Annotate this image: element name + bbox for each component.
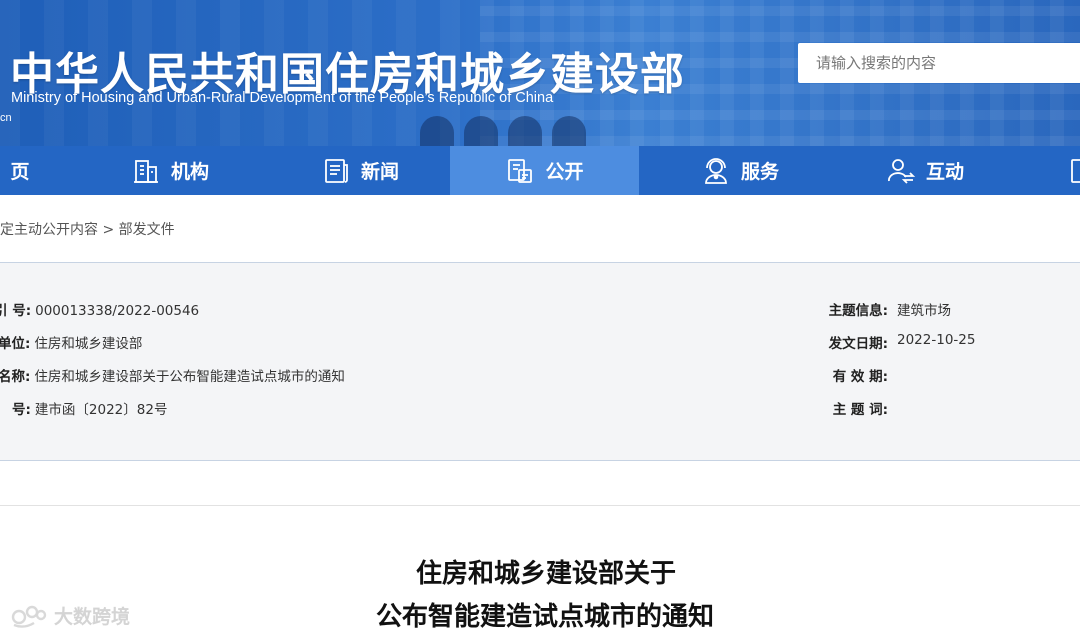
service-person-icon	[705, 157, 727, 184]
info-label-validity: 有 效 期:	[832, 369, 888, 385]
info-value: 建市函〔2022〕82号	[34, 402, 168, 418]
watermark: 大数跨境	[10, 601, 130, 629]
nav-item-home[interactable]: 页	[0, 146, 50, 195]
nav-item-interaction[interactable]: 互动	[865, 146, 985, 195]
info-label: 号:	[12, 402, 31, 418]
header-banner: 中华人民共和国住房和城乡建设部 Ministry of Housing and …	[0, 0, 1080, 146]
document-icon	[508, 158, 533, 183]
info-label: 单位:	[0, 336, 31, 352]
info-row-index: 引 号: 000013338/2022-00546	[0, 299, 199, 319]
building-icon	[133, 159, 158, 183]
info-value: 住房和城乡建设部	[34, 336, 143, 352]
info-label-keywords: 主 题 词:	[832, 402, 888, 418]
nav-item-label: 公开	[545, 161, 584, 183]
document-info-box: 引 号: 000013338/2022-00546 单位: 住房和城乡建设部 名称:…	[0, 262, 1080, 461]
site-domain: cn	[0, 112, 12, 124]
info-row-name: 名称: 住房和城乡建设部关于公布智能建造试点城市的通知	[0, 365, 345, 385]
search-input[interactable]	[798, 43, 1080, 83]
nav-item-organization[interactable]: 机构	[110, 146, 230, 195]
nav-item-label: 互动	[925, 161, 964, 183]
nav-item-service[interactable]: 服务	[680, 146, 800, 195]
interaction-icon	[888, 158, 916, 184]
info-label: 引 号:	[0, 303, 32, 319]
info-row-publisher: 单位: 住房和城乡建设部	[0, 332, 142, 352]
info-label-date: 发文日期:	[828, 336, 888, 352]
nav-item-label: 服务	[740, 161, 779, 183]
site-subtitle: Ministry of Housing and Urban-Rural Deve…	[11, 90, 554, 106]
nav-item-label: 页	[10, 161, 30, 183]
document-title-line-1: 住房和城乡建设部关于	[415, 559, 676, 589]
content-divider	[0, 505, 1080, 506]
info-value: 000013338/2022-00546	[35, 303, 200, 319]
nav-item-public[interactable]: 公开	[450, 146, 639, 195]
newspaper-icon	[325, 158, 348, 183]
main-nav: 页 机构 新闻 公开 服务 互动	[0, 146, 1080, 195]
document-title-line-2: 公布智能建造试点城市的通知	[375, 602, 714, 632]
info-value-date: 2022-10-25	[897, 332, 976, 348]
breadcrumb[interactable]: 定主动公开内容 > 部发文件	[0, 219, 175, 239]
banner-arches	[420, 110, 590, 146]
nav-item-label: 机构	[170, 161, 209, 183]
nav-item-more[interactable]	[1066, 146, 1080, 195]
nav-item-label: 新闻	[360, 161, 399, 183]
info-value-topic: 建筑市场	[897, 303, 951, 319]
watermark-logo-icon	[11, 605, 47, 628]
nav-item-news[interactable]: 新闻	[300, 146, 420, 195]
watermark-text: 大数跨境	[54, 605, 131, 628]
info-label-topic: 主题信息:	[828, 303, 888, 319]
more-icon	[1071, 158, 1080, 183]
info-row-doc-number: 号: 建市函〔2022〕82号	[12, 398, 167, 418]
info-value: 住房和城乡建设部关于公布智能建造试点城市的通知	[34, 369, 345, 385]
info-label: 名称:	[0, 369, 31, 385]
